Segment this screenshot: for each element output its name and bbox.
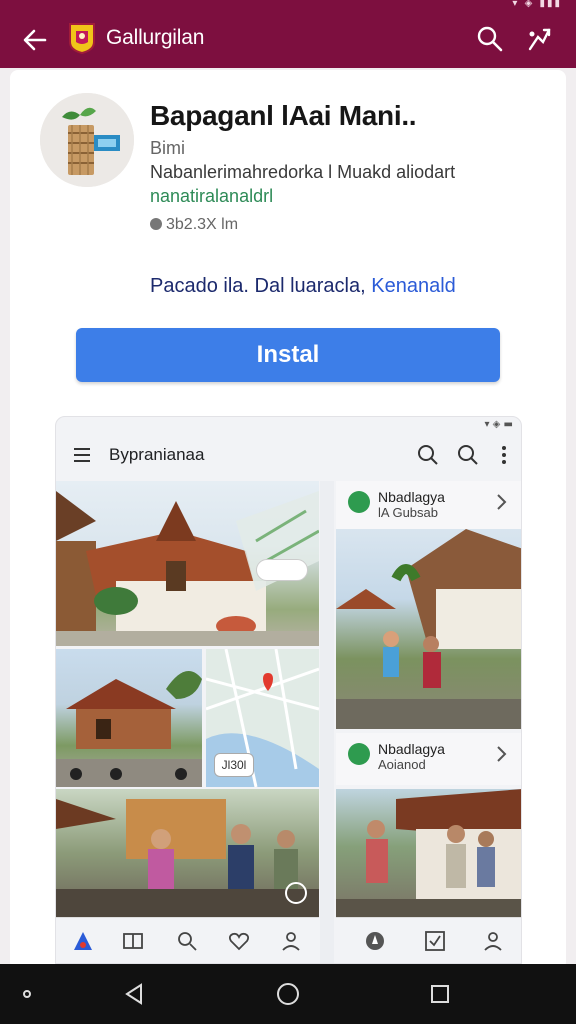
menu-icon [74,448,90,462]
back-arrow-icon[interactable] [20,26,50,54]
app-bar-title: Gallurgilan [106,26,205,49]
app-description-line-2: nanatiralanaldrl [150,186,274,206]
developer-name[interactable]: Bimi [150,138,185,159]
search-icon[interactable] [476,25,504,53]
profile-icon [282,932,300,951]
home-icon [74,932,92,950]
recents-nav-icon[interactable] [428,982,452,1006]
screenshot-preview[interactable]: ▾ ◈ ▬ Bypranianaa Jl30l Nbadlagya lA Gub… [55,416,522,964]
photo-street-motorbikes [56,649,202,787]
place-title-2: Nbadlagya [378,741,445,757]
system-navigation-bar [0,964,576,1024]
home-nav-icon[interactable] [276,982,300,1006]
app-icon-graphic [40,93,134,187]
install-button[interactable]: Instal [76,328,500,382]
store-logo-icon [69,23,95,54]
location-link[interactable]: Kenanald [371,275,456,297]
book-icon [123,933,143,949]
app-size-value: 3b2.3X lm [166,216,239,233]
preview-title: Bypranianaa [109,445,205,464]
chevron-right-icon-2 [497,746,507,762]
account-icon [484,932,502,951]
preview-search-icon [418,445,438,465]
preview-bottom-nav-2 [336,917,521,963]
place-subtitle-2: Aoianod [378,757,426,772]
status-bar: ▾ ◈ ▮▮▮ [0,0,576,12]
app-size: 3b2.3X lm [150,216,238,234]
place-title: Nbadlagya [378,489,445,505]
preview-search-icon-2 [458,445,478,465]
small-dot-icon [23,990,31,998]
photo-village-path [336,529,521,729]
app-bar: Gallurgilan [0,12,576,68]
app-name: Bapaganl lAai Mani.. [150,100,417,131]
more-vert-icon [502,446,506,464]
location-pin-icon-2 [348,743,370,765]
photo-people-chatting [336,789,521,917]
place-card[interactable]: Nbadlagya lA Gubsab [336,481,521,529]
back-nav-icon[interactable] [122,982,146,1006]
photo-visitors-group [56,789,319,917]
preview-bottom-nav [56,917,319,963]
preview-toolbar: Bypranianaa [56,431,521,481]
download-icon [150,218,162,230]
location-pin-icon [348,491,370,513]
app-icon [40,93,134,187]
status-icons: ▾ ◈ ▮▮▮ [512,0,562,9]
place-subtitle: lA Gubsab [378,505,438,520]
photo-heritage-house [56,481,319,646]
chevron-right-icon [497,494,507,510]
pane-divider [320,481,334,963]
place-card-2[interactable]: Nbadlagya Aoianod [336,733,521,785]
preview-status-icons: ▾ ◈ ▬ [484,419,513,430]
photo-badge [256,559,308,581]
heart-icon [228,932,250,951]
map-label: Jl30l [214,753,254,777]
compass-icon [366,932,384,950]
app-description-line-1: Nabanlerimahredorka l Muakd aliodart [150,162,456,182]
photo-map-view: Jl30l [206,649,319,787]
location-line: Pacado ila. Dal luaracla, Kenanald [150,275,456,298]
location-text: Pacado ila. Dal luaracla, [150,275,372,297]
search-nav-icon [178,932,197,951]
share-icon[interactable] [524,24,554,54]
check-box-icon [425,931,445,951]
